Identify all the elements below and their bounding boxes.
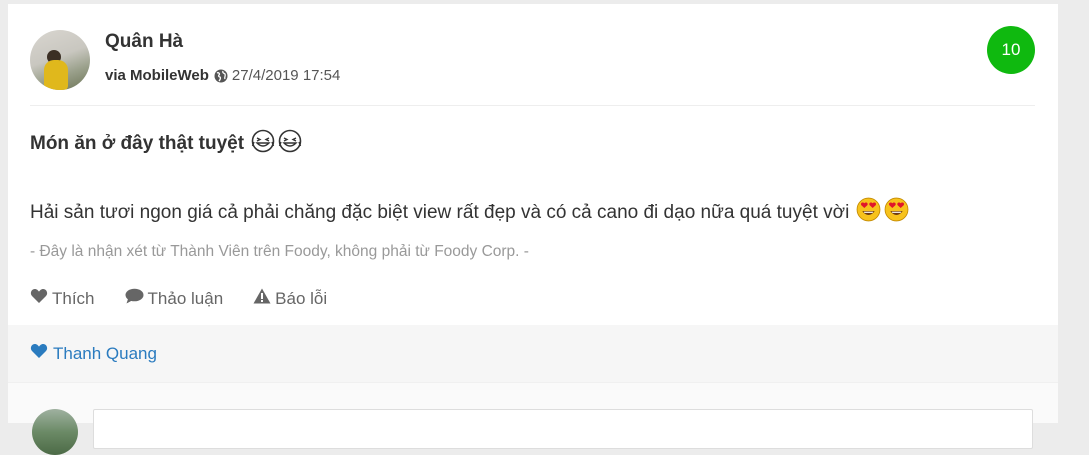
discuss-button[interactable]: Thảo luận	[125, 288, 224, 309]
review-body: Hải sản tươi ngon giá cả phải chăng đặc …	[30, 197, 909, 228]
globe-icon	[214, 69, 228, 83]
heart-eyes-emoji-icon	[884, 197, 909, 228]
liker-link[interactable]: Thanh Quang	[30, 343, 157, 364]
comment-area	[8, 382, 1058, 455]
like-button[interactable]: Thích	[30, 288, 95, 309]
heart-icon	[30, 343, 53, 364]
comment-input[interactable]	[93, 409, 1033, 449]
commenter-avatar	[32, 409, 78, 455]
author-avatar[interactable]	[30, 30, 90, 90]
review-disclaimer: - Đây là nhận xét từ Thành Viên trên Foo…	[30, 243, 529, 260]
heart-eyes-emoji-icon	[856, 197, 881, 228]
warning-icon	[253, 288, 275, 309]
grinning-squint-tears-emoji-icon	[278, 129, 302, 159]
review-actions: Thích Thảo luận Báo lỗi	[30, 288, 357, 309]
review-datetime: 27/4/2019 17:54	[231, 67, 341, 84]
review-meta: via MobileWeb 27/4/2019 17:54	[105, 67, 340, 84]
comment-icon	[125, 288, 148, 309]
report-button[interactable]: Báo lỗi	[253, 288, 327, 309]
score-badge: 10	[987, 26, 1035, 74]
review-title-text: Món ăn ở đây thật tuyệt	[30, 133, 245, 154]
author-name[interactable]: Quân Hà	[105, 31, 183, 53]
likes-bar: Thanh Quang	[8, 325, 1058, 382]
report-label: Báo lỗi	[275, 288, 328, 308]
header-divider	[30, 105, 1035, 106]
heart-icon	[30, 288, 52, 309]
via-source: via MobileWeb	[105, 67, 209, 84]
liker-name: Thanh Quang	[53, 343, 157, 363]
avatar-figure	[44, 60, 68, 90]
like-label: Thích	[52, 288, 95, 308]
review-body-text: Hải sản tươi ngon giá cả phải chăng đặc …	[30, 201, 850, 223]
grinning-squint-tears-emoji-icon	[251, 129, 275, 159]
review-card: Quân Hà via MobileWeb 27/4/2019 17:54 10…	[8, 4, 1058, 455]
discuss-label: Thảo luận	[147, 288, 224, 308]
review-title: Món ăn ở đây thật tuyệt	[30, 129, 302, 159]
